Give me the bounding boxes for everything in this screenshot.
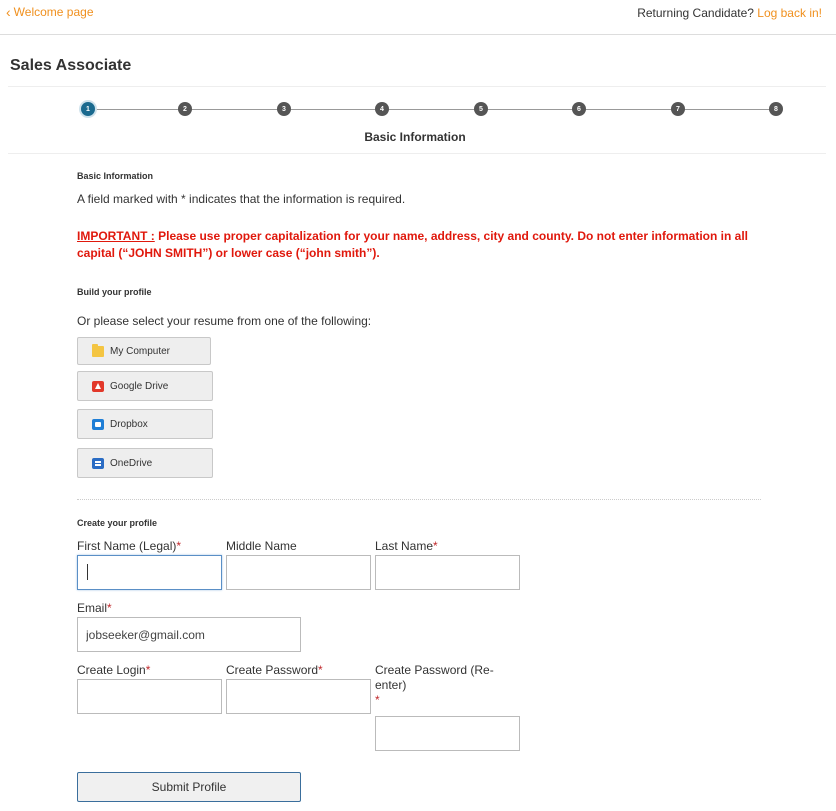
create-login-label: Create Login* (77, 663, 150, 678)
dropbox-label: Dropbox (110, 418, 148, 430)
important-label: IMPORTANT : (77, 229, 155, 243)
divider (77, 499, 761, 500)
create-login-label-text: Create Login (77, 663, 146, 677)
google-drive-button[interactable]: Google Drive (77, 371, 213, 401)
step-4[interactable]: 4 (375, 102, 389, 116)
build-profile-heading: Build your profile (77, 287, 152, 297)
required-marker: * (433, 539, 438, 553)
submit-profile-button[interactable]: Submit Profile (77, 772, 301, 802)
welcome-page-link[interactable]: ‹ Welcome page (6, 5, 94, 19)
returning-candidate-text: Returning Candidate? (637, 6, 754, 20)
required-marker: * (375, 693, 380, 707)
onedrive-label: OneDrive (110, 457, 153, 469)
required-note: A field marked with * indicates that the… (77, 192, 406, 206)
my-computer-button[interactable]: My Computer (77, 337, 211, 365)
step-7[interactable]: 7 (671, 102, 685, 116)
required-marker: * (176, 539, 182, 553)
create-password-label-text: Create Password (226, 663, 319, 677)
welcome-page-label: Welcome page (13, 5, 94, 19)
divider (8, 86, 826, 87)
step-2[interactable]: 2 (178, 102, 192, 116)
google-drive-icon (92, 380, 104, 392)
step-8[interactable]: 8 (769, 102, 783, 116)
middle-name-input[interactable] (226, 555, 371, 590)
last-name-label: Last Name* (375, 539, 438, 554)
step-5[interactable]: 5 (474, 102, 488, 116)
basic-info-heading: Basic Information (77, 171, 154, 181)
step-3[interactable]: 3 (277, 102, 291, 116)
required-marker: * (107, 601, 112, 615)
progress-stepper: 1 2 3 4 5 6 7 8 (0, 98, 836, 122)
reenter-password-label: Create Password (Re-enter) * (375, 663, 505, 708)
required-marker: * (145, 663, 151, 677)
reenter-password-input[interactable] (375, 716, 520, 751)
first-name-input[interactable] (77, 555, 222, 590)
chevron-left-icon: ‹ (6, 4, 11, 20)
email-label: Email* (77, 601, 112, 616)
text-caret (87, 564, 88, 580)
first-name-label: First Name (Legal)* (77, 539, 181, 554)
middle-name-label: Middle Name (226, 539, 297, 553)
returning-candidate: Returning Candidate? Log back in! (637, 6, 822, 20)
my-computer-label: My Computer (110, 345, 171, 357)
create-profile-heading: Create your profile (77, 518, 158, 528)
important-notice: IMPORTANT : Please use proper capitaliza… (77, 228, 767, 262)
log-back-in-link[interactable]: Log back in! (757, 6, 822, 20)
last-name-label-text: Last Name (375, 539, 434, 553)
onedrive-icon (92, 457, 104, 469)
first-name-label-text: First Name (Legal) (77, 539, 177, 553)
divider (8, 153, 826, 154)
create-password-label: Create Password* (226, 663, 323, 678)
current-step-label: Basic Information (364, 130, 466, 144)
google-drive-label: Google Drive (110, 380, 169, 392)
important-text: Please use proper capitalization for you… (77, 229, 748, 260)
create-password-input[interactable] (226, 679, 371, 714)
folder-icon (92, 343, 104, 357)
onedrive-button[interactable]: OneDrive (77, 448, 213, 478)
reenter-password-label-text: Create Password (Re-enter) (375, 663, 494, 692)
last-name-input[interactable] (375, 555, 520, 590)
page-title: Sales Associate (10, 57, 132, 74)
required-marker: * (318, 663, 323, 677)
dropbox-button[interactable]: Dropbox (77, 409, 213, 439)
top-bar: ‹ Welcome page Returning Candidate? Log … (0, 0, 836, 35)
resume-prompt: Or please select your resume from one of… (77, 314, 372, 328)
step-6[interactable]: 6 (572, 102, 586, 116)
email-field[interactable] (77, 617, 301, 652)
email-label-text: Email (77, 601, 108, 615)
step-1[interactable]: 1 (81, 102, 95, 116)
create-login-input[interactable] (77, 679, 222, 714)
dropbox-icon (92, 418, 104, 430)
